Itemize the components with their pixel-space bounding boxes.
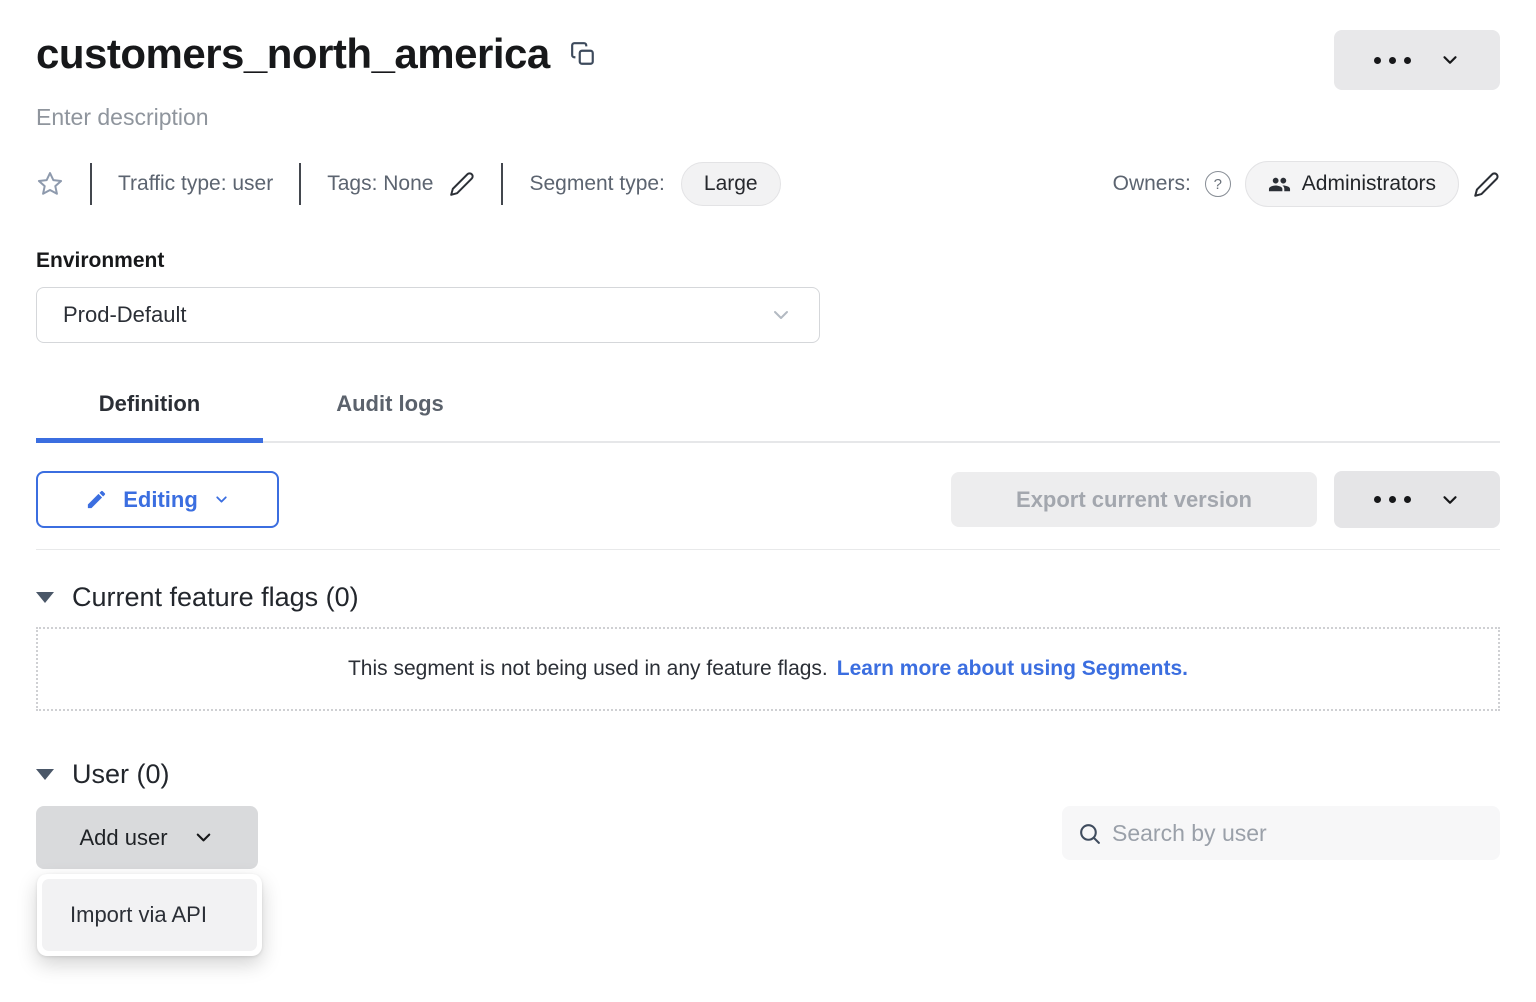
- owners-value: Administrators: [1302, 172, 1436, 196]
- header-more-actions-button[interactable]: [1334, 30, 1500, 90]
- export-current-version-button[interactable]: Export current version: [951, 472, 1317, 527]
- pencil-icon: [1473, 171, 1500, 198]
- feature-flags-empty-state: This segment is not being used in any fe…: [36, 627, 1500, 711]
- pencil-icon: [449, 171, 475, 197]
- menu-item-import-via-api[interactable]: Import via API: [42, 879, 257, 951]
- title-wrap: customers_north_america: [36, 30, 596, 78]
- ellipsis-icon: [1374, 496, 1411, 503]
- copy-icon: [570, 41, 596, 67]
- divider: [36, 549, 1500, 550]
- editing-label: Editing: [123, 487, 198, 513]
- segment-detail-page: customers_north_america Enter des: [0, 0, 1536, 1002]
- add-user-label: Add user: [79, 825, 167, 851]
- tags-label: Tags: None: [327, 172, 433, 196]
- divider: [299, 163, 301, 205]
- people-icon: [1268, 173, 1291, 196]
- owners-badge[interactable]: Administrators: [1245, 161, 1459, 207]
- segment-type-badge: Large: [681, 162, 781, 206]
- page-title: customers_north_america: [36, 30, 550, 78]
- feature-flags-section-header[interactable]: Current feature flags (0): [36, 582, 1500, 613]
- search-by-user-input[interactable]: [1112, 820, 1485, 847]
- collapse-triangle-icon: [36, 769, 54, 780]
- chevron-down-icon: [1439, 489, 1461, 511]
- segment-type-group: Segment type: Large: [529, 162, 780, 206]
- copy-name-button[interactable]: [570, 41, 596, 67]
- user-section-header[interactable]: User (0): [36, 759, 1500, 790]
- feature-flags-section-title: Current feature flags (0): [72, 582, 359, 613]
- environment-label: Environment: [36, 249, 1500, 273]
- user-section-title: User (0): [72, 759, 170, 790]
- learn-more-link[interactable]: Learn more about using Segments.: [837, 657, 1188, 681]
- definition-more-actions-button[interactable]: [1334, 471, 1500, 528]
- divider: [90, 163, 92, 205]
- tab-definition[interactable]: Definition: [36, 383, 263, 441]
- meta-left: Traffic type: user Tags: None Segment ty…: [36, 162, 781, 206]
- right-actions: Export current version: [951, 471, 1500, 528]
- add-user-wrap: Add user Import via API: [36, 806, 258, 869]
- owners-group: Owners: ? Administrators: [1113, 161, 1500, 207]
- user-row: Add user Import via API: [36, 806, 1500, 869]
- divider: [501, 163, 503, 205]
- collapse-triangle-icon: [36, 592, 54, 603]
- feature-flags-empty-message: This segment is not being used in any fe…: [348, 657, 828, 681]
- environment-selected-value: Prod-Default: [63, 302, 187, 328]
- tags-group: Tags: None: [327, 171, 475, 197]
- add-user-button[interactable]: Add user: [36, 806, 258, 869]
- tab-bar: Definition Audit logs: [36, 383, 1500, 443]
- edit-tags-button[interactable]: [449, 171, 475, 197]
- segment-type-label: Segment type:: [529, 172, 664, 196]
- add-user-dropdown-menu: Import via API: [37, 874, 262, 956]
- traffic-type-label: Traffic type: user: [118, 172, 273, 196]
- action-row: Editing Export current version: [36, 471, 1500, 528]
- search-icon: [1077, 821, 1102, 846]
- chevron-down-icon: [1439, 49, 1461, 71]
- favorite-star-button[interactable]: [36, 170, 64, 198]
- meta-row: Traffic type: user Tags: None Segment ty…: [36, 161, 1500, 207]
- star-icon: [36, 170, 64, 198]
- chevron-down-icon: [769, 303, 793, 327]
- pencil-filled-icon: [85, 488, 108, 511]
- chevron-down-icon: [192, 826, 215, 849]
- ellipsis-icon: [1374, 57, 1411, 64]
- environment-select[interactable]: Prod-Default: [36, 287, 820, 343]
- help-question-icon[interactable]: ?: [1205, 171, 1231, 197]
- editing-mode-button[interactable]: Editing: [36, 471, 279, 528]
- chevron-down-icon: [213, 491, 230, 508]
- user-search-box[interactable]: [1062, 806, 1500, 860]
- tab-audit-logs[interactable]: Audit logs: [275, 383, 505, 441]
- header: customers_north_america: [36, 0, 1500, 90]
- edit-owners-button[interactable]: [1473, 171, 1500, 198]
- description-field[interactable]: Enter description: [36, 104, 1500, 131]
- owners-label: Owners:: [1113, 172, 1191, 196]
